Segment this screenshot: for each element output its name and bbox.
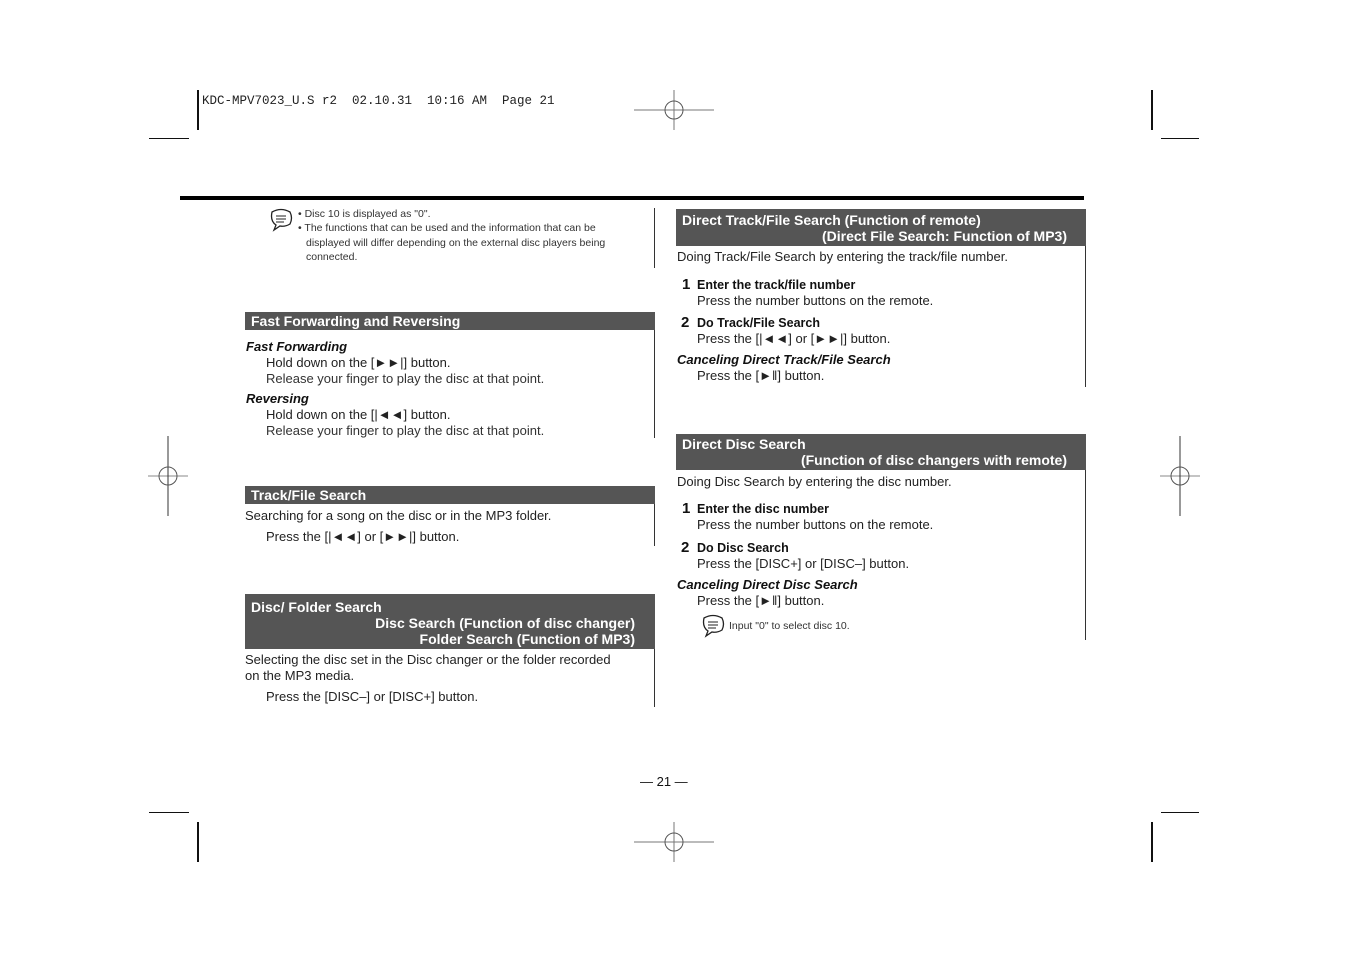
section-title: Fast Forwarding and Reversing — [251, 313, 461, 329]
step-body: Press the number buttons on the remote. — [697, 293, 934, 308]
column-rule — [654, 208, 655, 268]
description-text: on the MP3 media. — [245, 668, 355, 683]
note-icon — [702, 614, 725, 638]
note-text: displayed will differ depending on the e… — [306, 237, 606, 249]
step-body: Press the [DISC+] or [DISC–] button. — [697, 556, 910, 571]
note-text: The functions that can be used and the i… — [304, 222, 596, 234]
section-title: Disc/ Folder Search — [251, 599, 382, 615]
step-heading: Enter the track/file number — [697, 278, 856, 292]
step-number: 2 — [681, 539, 690, 556]
registration-mark-icon — [634, 90, 714, 130]
section-header-disc-folder: Disc/ Folder Search Disc Search (Functio… — [245, 594, 655, 649]
section-header-direct-track: Direct Track/File Search (Function of re… — [676, 209, 1086, 246]
registration-mark-icon — [148, 436, 188, 516]
step-heading: Enter the disc number — [697, 502, 829, 516]
instruction-text: Press the [►‖] button. — [697, 368, 825, 383]
section-header-fast-forward: Fast Forwarding and Reversing — [245, 312, 655, 330]
column-rule — [654, 330, 655, 438]
column-rule — [1085, 470, 1086, 640]
instruction-text: Press the [DISC–] or [DISC+] button. — [266, 689, 479, 704]
instruction-text: Press the [►‖] button. — [697, 593, 825, 608]
step-body: Press the number buttons on the remote. — [697, 517, 934, 532]
section-subtitle: (Direct File Search: Function of MP3) — [821, 228, 1067, 244]
top-rule — [180, 196, 1084, 200]
section-subtitle: (Function of disc changers with remote) — [800, 452, 1067, 468]
step-body: Press the [|◄◄] or [►►|] button. — [697, 331, 891, 346]
step-number: 1 — [682, 276, 691, 293]
note-bullet: • Disc 10 is displayed as "0". — [298, 208, 431, 220]
note-text: Disc 10 is displayed as "0". — [304, 208, 431, 220]
section-header-direct-disc: Direct Disc Search (Function of disc cha… — [676, 434, 1086, 470]
description-text: Doing Disc Search by entering the disc n… — [677, 474, 952, 489]
instruction-text: Release your finger to play the disc at … — [266, 371, 545, 386]
description-text: Selecting the disc set in the Disc chang… — [245, 652, 611, 667]
description-text: Searching for a song on the disc or in t… — [245, 508, 552, 523]
column-rule — [654, 504, 655, 546]
column-rule — [1085, 246, 1086, 387]
instruction-text: Press the [|◄◄] or [►►|] button. — [266, 529, 460, 544]
section-subtitle: Folder Search (Function of MP3) — [419, 631, 635, 647]
section-header-track-search: Track/File Search — [245, 486, 655, 504]
registration-mark-icon — [634, 822, 714, 862]
subheading-cancel: Canceling Direct Track/File Search — [677, 352, 891, 367]
section-title: Direct Disc Search — [682, 436, 806, 452]
note-text: Input "0" to select disc 10. — [729, 620, 850, 632]
crop-mark — [1161, 812, 1199, 813]
crop-mark — [197, 90, 199, 130]
print-header: KDC-MPV7023_U.S r2 02.10.31 10:16 AM Pag… — [202, 94, 555, 108]
crop-mark — [1151, 822, 1153, 862]
step-heading: Do Disc Search — [697, 541, 789, 555]
crop-mark — [197, 822, 199, 862]
crop-mark — [149, 812, 189, 813]
column-rule — [654, 649, 655, 707]
note-bullet: • The functions that can be used and the… — [298, 222, 596, 234]
registration-mark-icon — [1160, 436, 1200, 516]
crop-mark — [149, 138, 189, 139]
instruction-text: Hold down on the [►►|] button. — [266, 355, 451, 370]
step-heading: Do Track/File Search — [697, 316, 820, 330]
subheading-cancel: Canceling Direct Disc Search — [677, 577, 858, 592]
subheading-fast-forwarding: Fast Forwarding — [246, 339, 348, 354]
crop-mark — [1161, 138, 1199, 139]
instruction-text: Release your finger to play the disc at … — [266, 423, 545, 438]
section-subtitle: Disc Search (Function of disc changer) — [375, 615, 635, 631]
crop-mark — [1151, 90, 1153, 130]
note-icon — [270, 208, 293, 232]
instruction-text: Hold down on the [|◄◄] button. — [266, 407, 451, 422]
page-number: — 21 — — [640, 774, 688, 789]
section-title: Track/File Search — [251, 487, 367, 503]
description-text: Doing Track/File Search by entering the … — [677, 249, 1008, 264]
subheading-reversing: Reversing — [246, 391, 309, 406]
step-number: 2 — [681, 314, 690, 331]
note-text: connected. — [306, 251, 358, 263]
section-title: Direct Track/File Search (Function of re… — [682, 212, 981, 228]
step-number: 1 — [682, 500, 691, 517]
